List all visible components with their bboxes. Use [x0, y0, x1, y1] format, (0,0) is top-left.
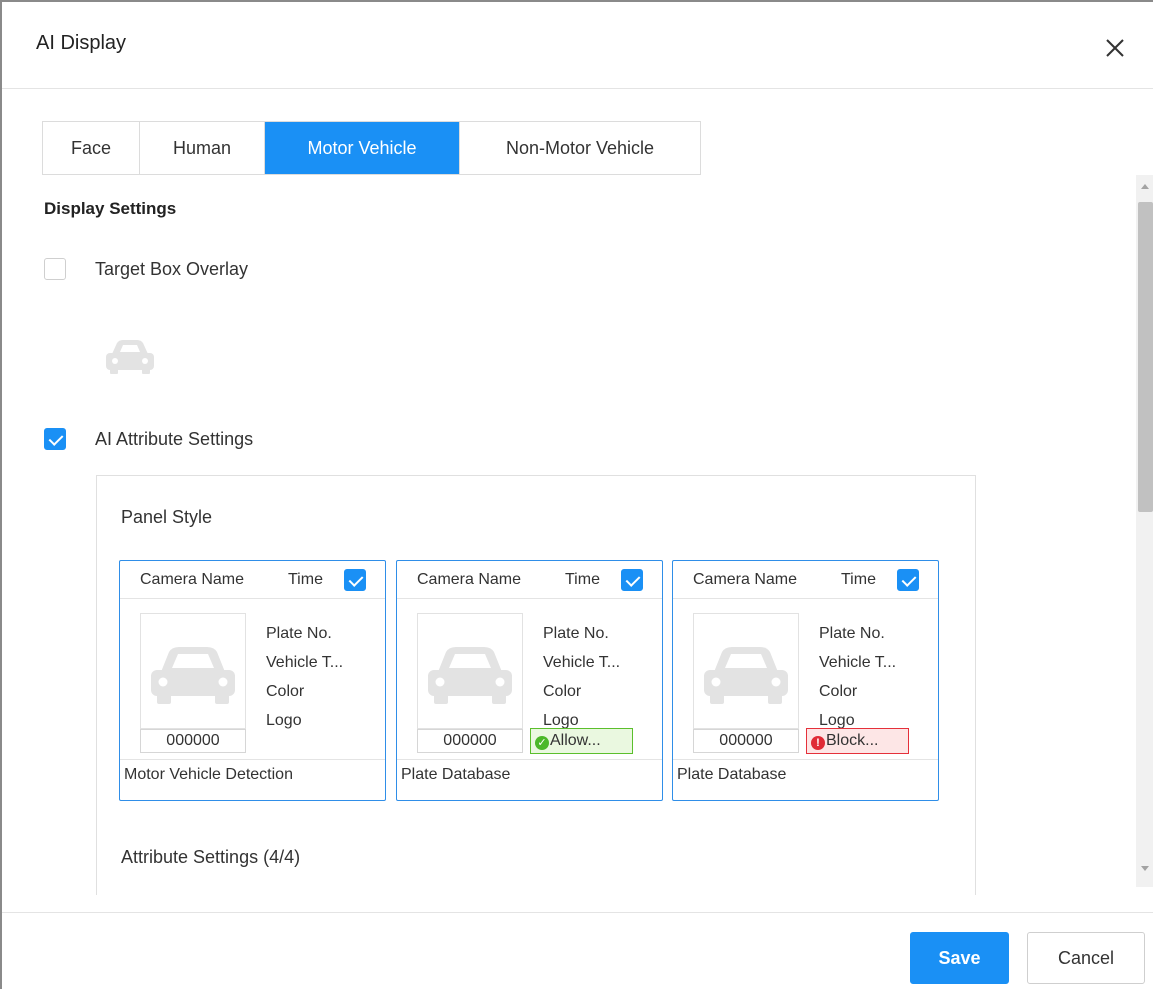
ai-attribute-settings-checkbox[interactable]: [44, 428, 66, 450]
car-icon: [704, 647, 788, 704]
plate-number: 000000: [140, 729, 246, 753]
target-box-overlay-checkbox[interactable]: [44, 258, 66, 280]
close-icon[interactable]: [1102, 35, 1128, 61]
panel-style-label: Panel Style: [121, 507, 213, 527]
block-list-badge: ! Block...: [806, 728, 909, 754]
allow-badge-text: Allow...: [550, 732, 601, 749]
time-checkbox[interactable]: [344, 569, 366, 591]
footer-divider: [2, 912, 1153, 913]
ai-attribute-settings-label: AI Attribute Settings: [95, 429, 254, 449]
attr-logo: Logo: [266, 712, 302, 729]
camera-name-label: Camera Name: [693, 571, 798, 588]
vehicle-image-placeholder: [140, 613, 246, 729]
attribute-list: Plate No. Vehicle T... Color Logo: [543, 619, 620, 735]
check-circle-icon: ✓: [535, 736, 549, 750]
display-settings-heading: Display Settings: [44, 199, 177, 218]
attribute-list: Plate No. Vehicle T... Color Logo: [819, 619, 896, 735]
tab-motor-vehicle[interactable]: Motor Vehicle: [265, 122, 460, 174]
card-footer: Plate Database: [673, 759, 938, 800]
allow-list-badge: ✓ Allow...: [530, 728, 633, 754]
card-header: Camera Name Time: [120, 561, 385, 599]
tab-face[interactable]: Face: [43, 122, 140, 174]
tab-human[interactable]: Human: [140, 122, 265, 174]
alert-circle-icon: !: [811, 736, 825, 750]
time-label: Time: [288, 571, 323, 588]
panel-style-card-detection[interactable]: Camera Name Time Plate No. Vehicle T... …: [119, 560, 386, 801]
target-box-overlay-label: Target Box Overlay: [95, 259, 249, 279]
attr-vehicle-type: Vehicle T...: [819, 654, 897, 671]
attr-plate-no: Plate No.: [543, 625, 609, 642]
panel-style-card-allow[interactable]: Camera Name Time Plate No. Vehicle T... …: [396, 560, 663, 801]
card-footer: Motor Vehicle Detection: [120, 759, 385, 800]
attribute-settings-label: Attribute Settings (4/4): [121, 847, 301, 867]
scroll-down-arrow-icon[interactable]: [1141, 866, 1149, 871]
card-footer: Plate Database: [397, 759, 662, 800]
scrollbar-thumb[interactable]: [1138, 202, 1153, 512]
car-icon: [102, 334, 158, 381]
attr-plate-no: Plate No.: [819, 625, 885, 642]
attr-vehicle-type: Vehicle T...: [543, 654, 621, 671]
car-icon: [428, 647, 512, 704]
time-checkbox[interactable]: [897, 569, 919, 591]
attr-vehicle-type: Vehicle T...: [266, 654, 344, 671]
tab-bar: Face Human Motor Vehicle Non-Motor Vehic…: [42, 121, 701, 175]
car-icon: [151, 647, 235, 704]
attr-color: Color: [543, 683, 582, 700]
panel-style-card-block[interactable]: Camera Name Time Plate No. Vehicle T... …: [672, 560, 939, 801]
attr-plate-no: Plate No.: [266, 625, 332, 642]
ai-display-dialog: AI Display Face Human Motor Vehicle Non-…: [0, 0, 1153, 989]
camera-name-label: Camera Name: [417, 571, 522, 588]
block-badge-text: Block...: [826, 732, 879, 749]
camera-name-label: Camera Name: [140, 571, 245, 588]
cancel-button[interactable]: Cancel: [1027, 932, 1145, 984]
save-button[interactable]: Save: [910, 932, 1009, 984]
card-header: Camera Name Time: [397, 561, 662, 599]
scroll-up-arrow-icon[interactable]: [1141, 184, 1149, 189]
time-label: Time: [841, 571, 876, 588]
dialog-title: AI Display: [36, 32, 127, 54]
vehicle-image-placeholder: [417, 613, 523, 729]
dialog-header: AI Display: [2, 2, 1153, 89]
time-label: Time: [565, 571, 600, 588]
tab-non-motor-vehicle[interactable]: Non-Motor Vehicle: [460, 122, 700, 174]
time-checkbox[interactable]: [621, 569, 643, 591]
plate-number: 000000: [417, 729, 523, 753]
attr-color: Color: [266, 683, 305, 700]
card-header: Camera Name Time: [673, 561, 938, 599]
plate-number: 000000: [693, 729, 799, 753]
attribute-list: Plate No. Vehicle T... Color Logo: [266, 619, 343, 735]
vehicle-image-placeholder: [693, 613, 799, 729]
attr-color: Color: [819, 683, 858, 700]
